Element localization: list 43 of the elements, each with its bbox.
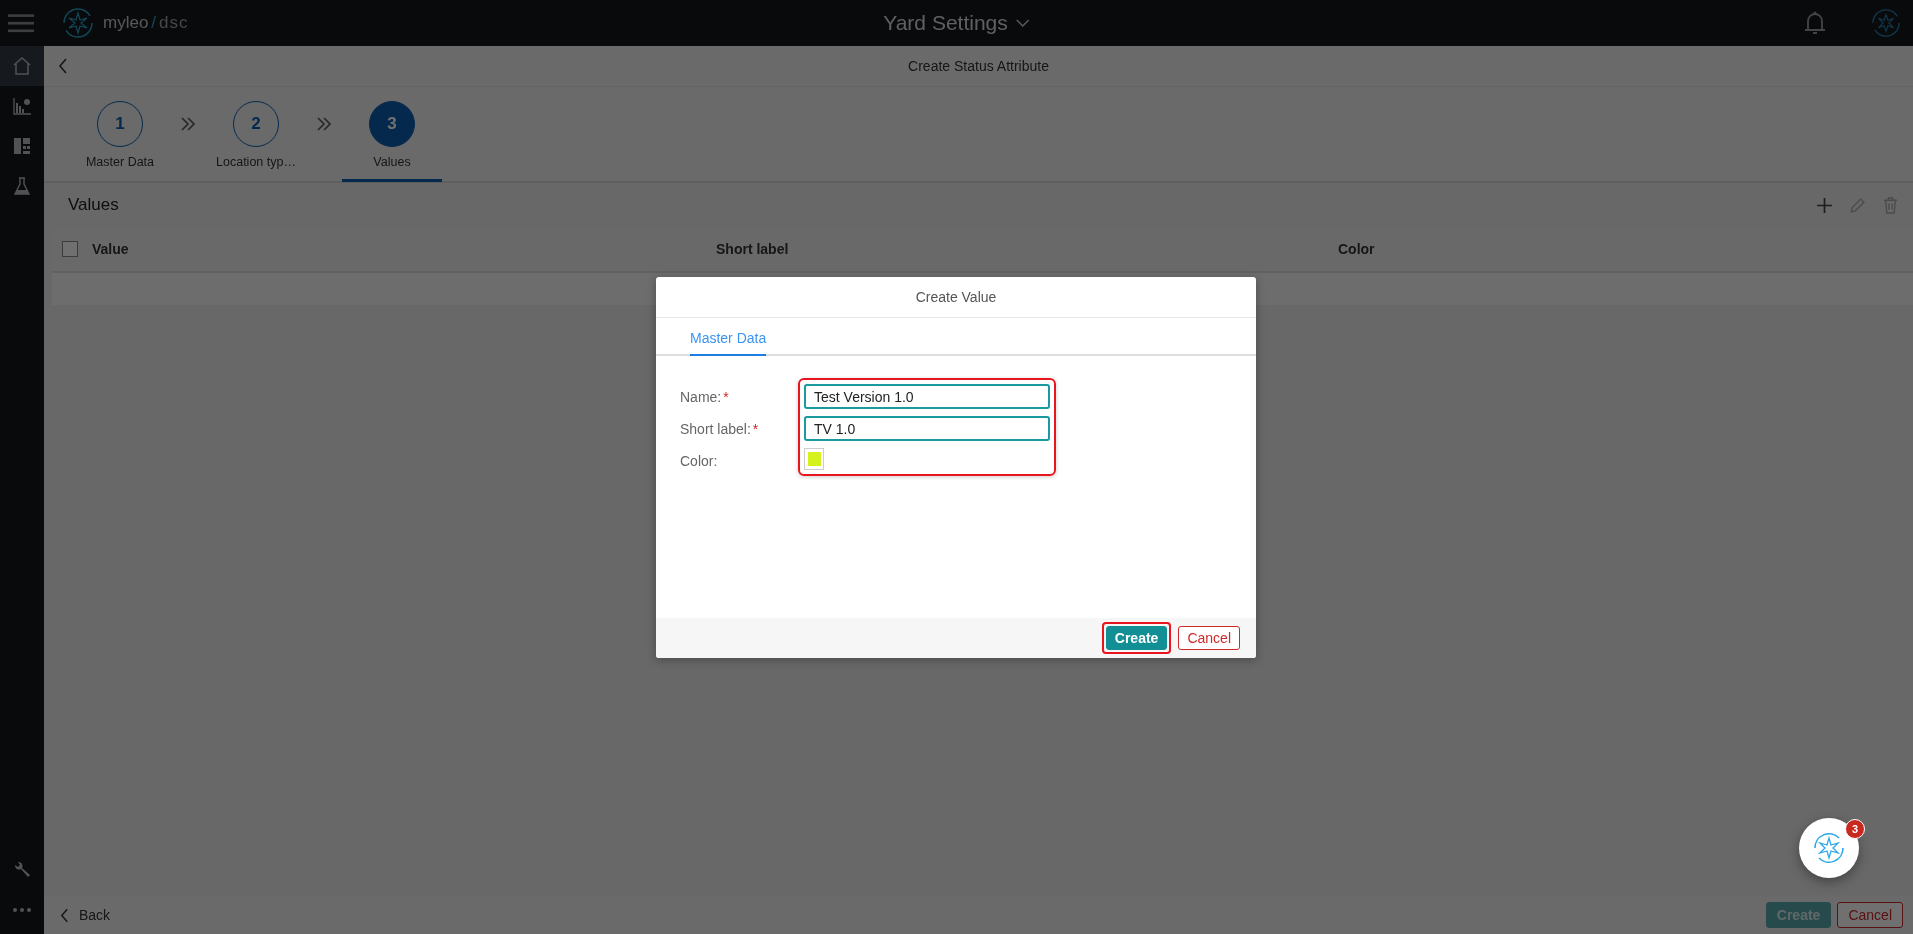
cancel-button[interactable]: Cancel <box>1178 626 1240 650</box>
back-button[interactable]: Back <box>58 905 113 925</box>
caret-icon <box>1015 19 1030 27</box>
field-label: Color: <box>680 452 719 471</box>
select-all-checkbox[interactable] <box>62 241 78 257</box>
double-chevron-icon <box>316 117 332 131</box>
dashboard-icon <box>12 136 32 156</box>
brand-name: myleo <box>103 13 149 33</box>
brand-separator: / <box>151 13 157 33</box>
field-label: Name:* <box>680 388 730 407</box>
wrench-icon <box>12 860 32 880</box>
flask-icon <box>12 176 32 196</box>
dialog-title: Create Value <box>656 277 1256 318</box>
column-header[interactable]: Color <box>1338 241 1913 257</box>
app-title-dropdown[interactable]: Yard Settings <box>879 7 1034 39</box>
chart-icon <box>12 96 32 116</box>
back-icon <box>60 907 69 923</box>
add-icon[interactable] <box>1816 196 1833 214</box>
wizard-step[interactable]: 1 Master Data <box>70 101 170 182</box>
more-icon <box>12 907 32 913</box>
pencil-icon[interactable] <box>1849 196 1866 214</box>
product-name: dsc <box>159 13 189 33</box>
color-swatch[interactable] <box>804 448 824 470</box>
back-icon[interactable] <box>58 58 68 74</box>
page-title: Create Status Attribute <box>908 58 1049 74</box>
user-avatar-icon[interactable] <box>1871 8 1901 38</box>
tab[interactable]: Master Data <box>690 330 767 356</box>
wizard-step[interactable]: 2 Location typ… <box>206 101 306 182</box>
home-icon <box>12 56 32 76</box>
text-input[interactable]: TV 1.0 <box>804 416 1050 441</box>
bell-icon[interactable] <box>1803 10 1827 36</box>
column-header[interactable]: Value <box>92 241 702 257</box>
text-input[interactable]: Test Version 1.0 <box>804 384 1050 409</box>
field-label: Short label:* <box>680 420 760 439</box>
logo-icon <box>62 7 94 39</box>
menu-icon[interactable] <box>8 12 34 34</box>
column-header[interactable]: Short label <box>716 241 1324 257</box>
double-chevron-icon <box>180 117 196 131</box>
home-nav-item[interactable] <box>0 46 44 86</box>
section-title: Values <box>68 195 119 215</box>
trash-icon[interactable] <box>1882 196 1899 214</box>
create-button[interactable]: Create <box>1105 626 1168 650</box>
cancel-button[interactable]: Cancel <box>1837 902 1903 928</box>
